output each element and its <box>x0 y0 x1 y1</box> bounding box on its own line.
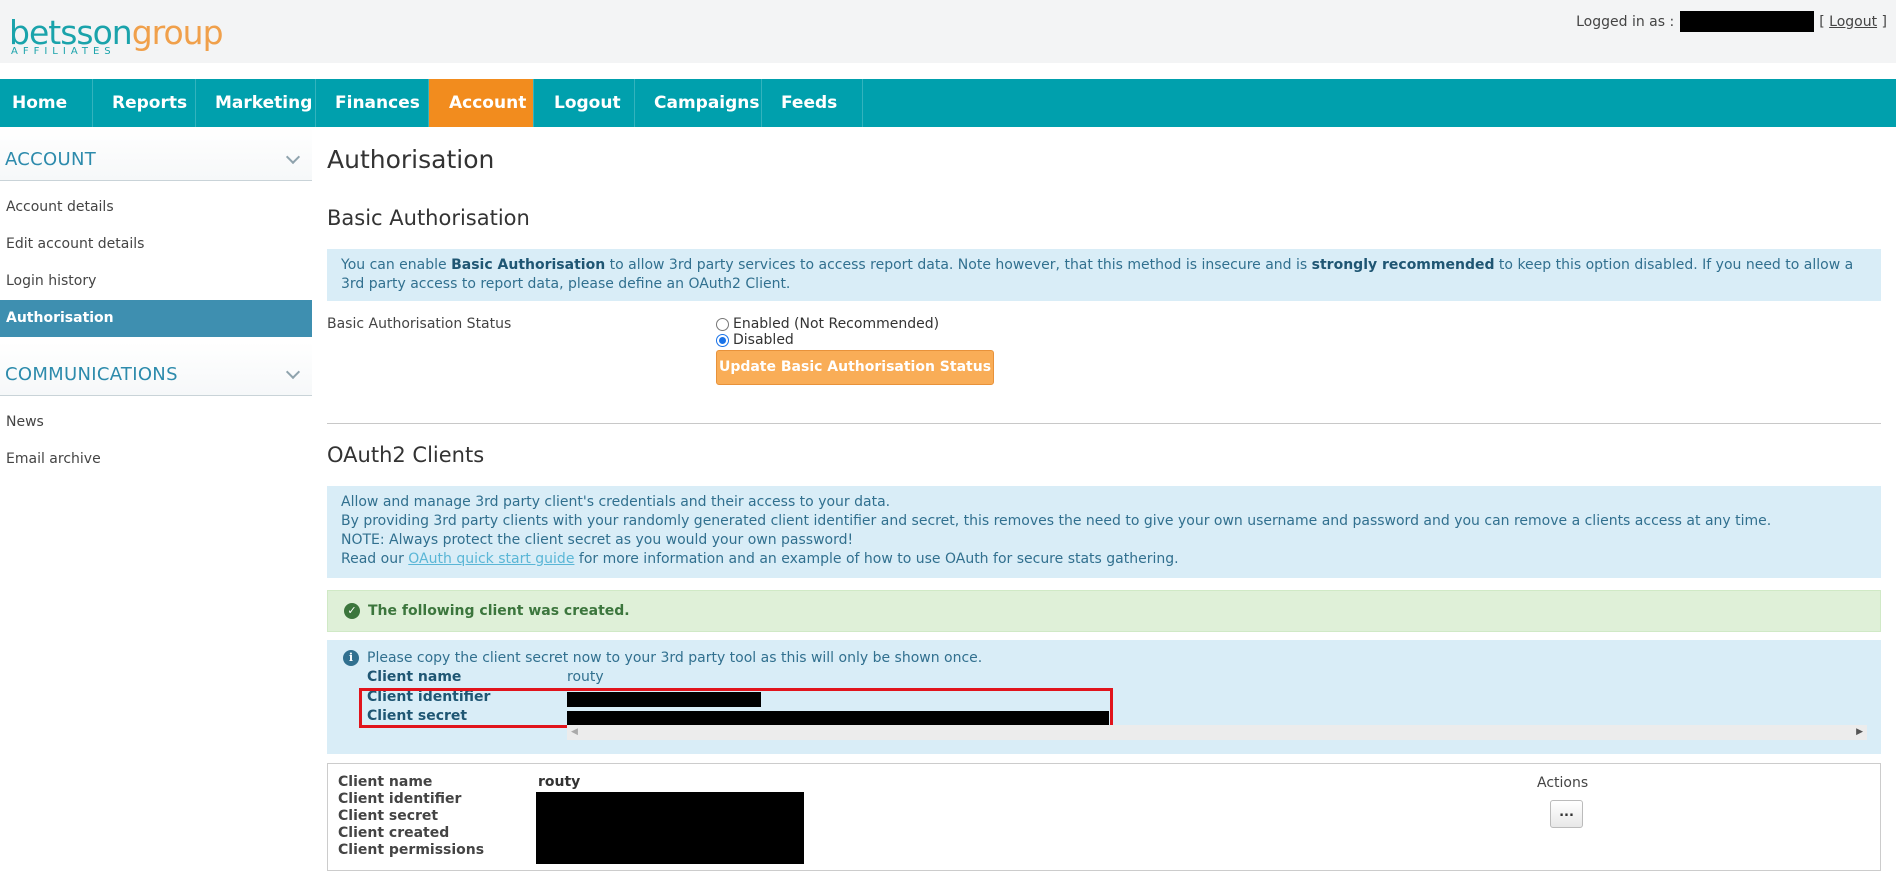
client-secret-label: Client secret <box>338 808 439 824</box>
nav-feeds[interactable]: Feeds <box>762 79 863 127</box>
sidebar-item-login-history[interactable]: Login history <box>0 263 312 300</box>
top-header: betssongroup AFFILIATES Logged in as : [… <box>0 0 1896 63</box>
radio-enabled[interactable] <box>716 317 729 331</box>
section-divider <box>327 423 1881 424</box>
oauth2-heading: OAuth2 Clients <box>327 443 485 467</box>
nav-account[interactable]: Account <box>429 79 534 127</box>
oauth2-info: Allow and manage 3rd party client's cred… <box>327 486 1881 578</box>
chevron-down-icon[interactable] <box>285 149 301 165</box>
client-card: Client name routy Client identifier Clie… <box>327 763 1881 871</box>
client-secret-notice: i Please copy the client secret now to y… <box>327 640 1881 754</box>
radio-enabled-label: Enabled (Not Recommended) <box>733 316 940 332</box>
logo-word-group: group <box>131 13 224 52</box>
redacted-username <box>1680 11 1815 32</box>
redacted-client-details <box>536 792 804 864</box>
radio-disabled-label: Disabled <box>733 332 794 348</box>
basic-auth-status-label: Basic Authorisation Status <box>327 316 512 332</box>
nav-marketing[interactable]: Marketing <box>196 79 316 127</box>
client-created-label: Client created <box>338 825 450 841</box>
scroll-left-icon[interactable]: ◀ <box>571 725 578 740</box>
client-name-label: Client name <box>338 774 433 790</box>
chevron-down-icon[interactable] <box>285 364 301 380</box>
sidebar-section-communications[interactable]: COMMUNICATIONS <box>0 342 312 396</box>
sidebar-item-edit-account-details[interactable]: Edit account details <box>0 226 312 263</box>
success-alert: ✓ The following client was created. <box>327 590 1881 632</box>
nav-finances[interactable]: Finances <box>316 79 429 127</box>
header-logout-link[interactable]: Logout <box>1829 14 1877 30</box>
client-actions-button[interactable]: ... <box>1550 800 1583 828</box>
client-identifier-label: Client identifier <box>338 791 462 807</box>
nav-home[interactable]: Home <box>0 79 93 127</box>
logo-subtitle: AFFILIATES <box>11 46 116 57</box>
created-client-name-label: Client name <box>367 669 462 685</box>
nav-logout[interactable]: Logout <box>534 79 635 127</box>
sidebar-item-email-archive[interactable]: Email archive <box>0 441 312 478</box>
radio-disabled-row[interactable]: Disabled <box>716 332 794 348</box>
oauth2-info-line1: Allow and manage 3rd party client's cred… <box>341 494 891 510</box>
oauth-quick-start-link[interactable]: OAuth quick start guide <box>408 551 574 567</box>
info-circle-icon: i <box>343 650 359 666</box>
sidebar-section-account[interactable]: ACCOUNT <box>0 127 312 181</box>
basic-auth-info: You can enable Basic Authorisation to al… <box>327 249 1881 301</box>
sidebar-item-account-details[interactable]: Account details <box>0 189 312 226</box>
page-title: Authorisation <box>327 145 495 174</box>
update-basic-auth-button[interactable]: Update Basic Authorisation Status <box>716 350 994 385</box>
client-permissions-label: Client permissions <box>338 842 485 858</box>
sidebar-item-authorisation[interactable]: Authorisation <box>0 300 312 337</box>
oauth2-info-line4: Read our OAuth quick start guide for mor… <box>341 551 1179 567</box>
nav-campaigns[interactable]: Campaigns <box>635 79 762 127</box>
oauth2-info-line3: NOTE: Always protect the client secret a… <box>341 532 854 548</box>
sidebar-section-title: ACCOUNT <box>5 149 97 170</box>
login-info: Logged in as : [ Logout ] <box>1576 11 1887 32</box>
client-name-value: routy <box>538 774 581 790</box>
horizontal-scrollbar[interactable]: ◀ ▶ <box>567 725 1867 740</box>
betsson-group-logo[interactable]: betssongroup AFFILIATES <box>9 13 224 57</box>
success-message: The following client was created. <box>368 603 630 619</box>
radio-disabled[interactable] <box>716 333 729 347</box>
created-client-name-value: routy <box>567 669 604 685</box>
main-nav: Home Reports Marketing Finances Account … <box>0 79 1896 127</box>
bracket-open: [ <box>1819 13 1830 30</box>
nav-reports[interactable]: Reports <box>93 79 196 127</box>
sidebar-item-news[interactable]: News <box>0 404 312 441</box>
sidebar: ACCOUNT Account details Edit account det… <box>0 127 312 478</box>
highlight-box <box>359 688 1113 728</box>
check-circle-icon: ✓ <box>344 603 360 619</box>
logged-in-label: Logged in as : <box>1576 13 1675 30</box>
notice-message: Please copy the client secret now to you… <box>367 650 983 666</box>
radio-enabled-row[interactable]: Enabled (Not Recommended) <box>716 316 939 332</box>
basic-auth-heading: Basic Authorisation <box>327 206 530 230</box>
oauth2-info-line2: By providing 3rd party clients with your… <box>341 513 1772 529</box>
sidebar-section-title: COMMUNICATIONS <box>5 364 178 385</box>
scroll-right-icon[interactable]: ▶ <box>1856 725 1863 740</box>
actions-label: Actions <box>1537 775 1589 791</box>
bracket-close: ] <box>1877 13 1887 30</box>
